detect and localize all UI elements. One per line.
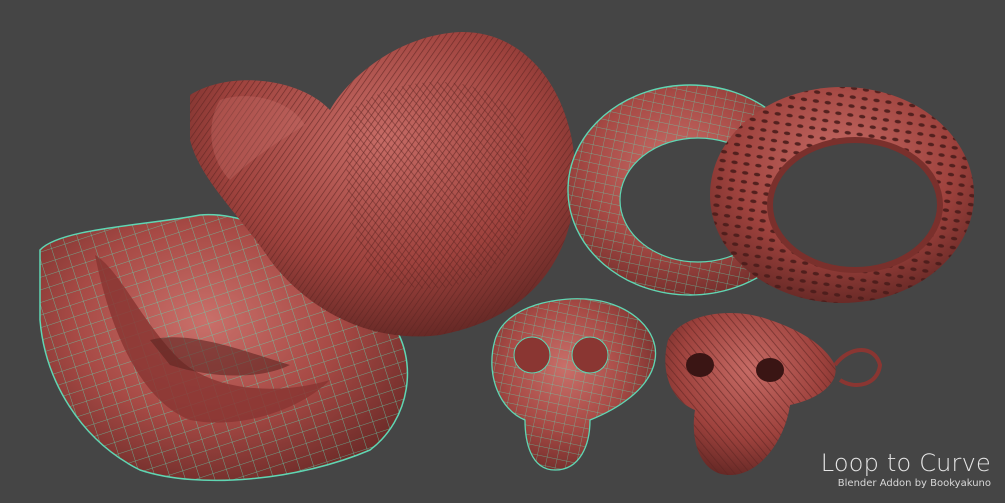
render-illustration (39, 31, 974, 482)
viewport-canvas: Loop to Curve Blender Addon by Bookyakun… (0, 0, 1005, 503)
wireframe-monkey-head (491, 298, 657, 471)
curve-torus (710, 87, 974, 303)
caption-subtitle: Blender Addon by Bookyakuno (837, 478, 991, 489)
caption: Loop to Curve Blender Addon by Bookyakun… (821, 449, 991, 491)
caption-title: Loop to Curve (820, 449, 991, 477)
